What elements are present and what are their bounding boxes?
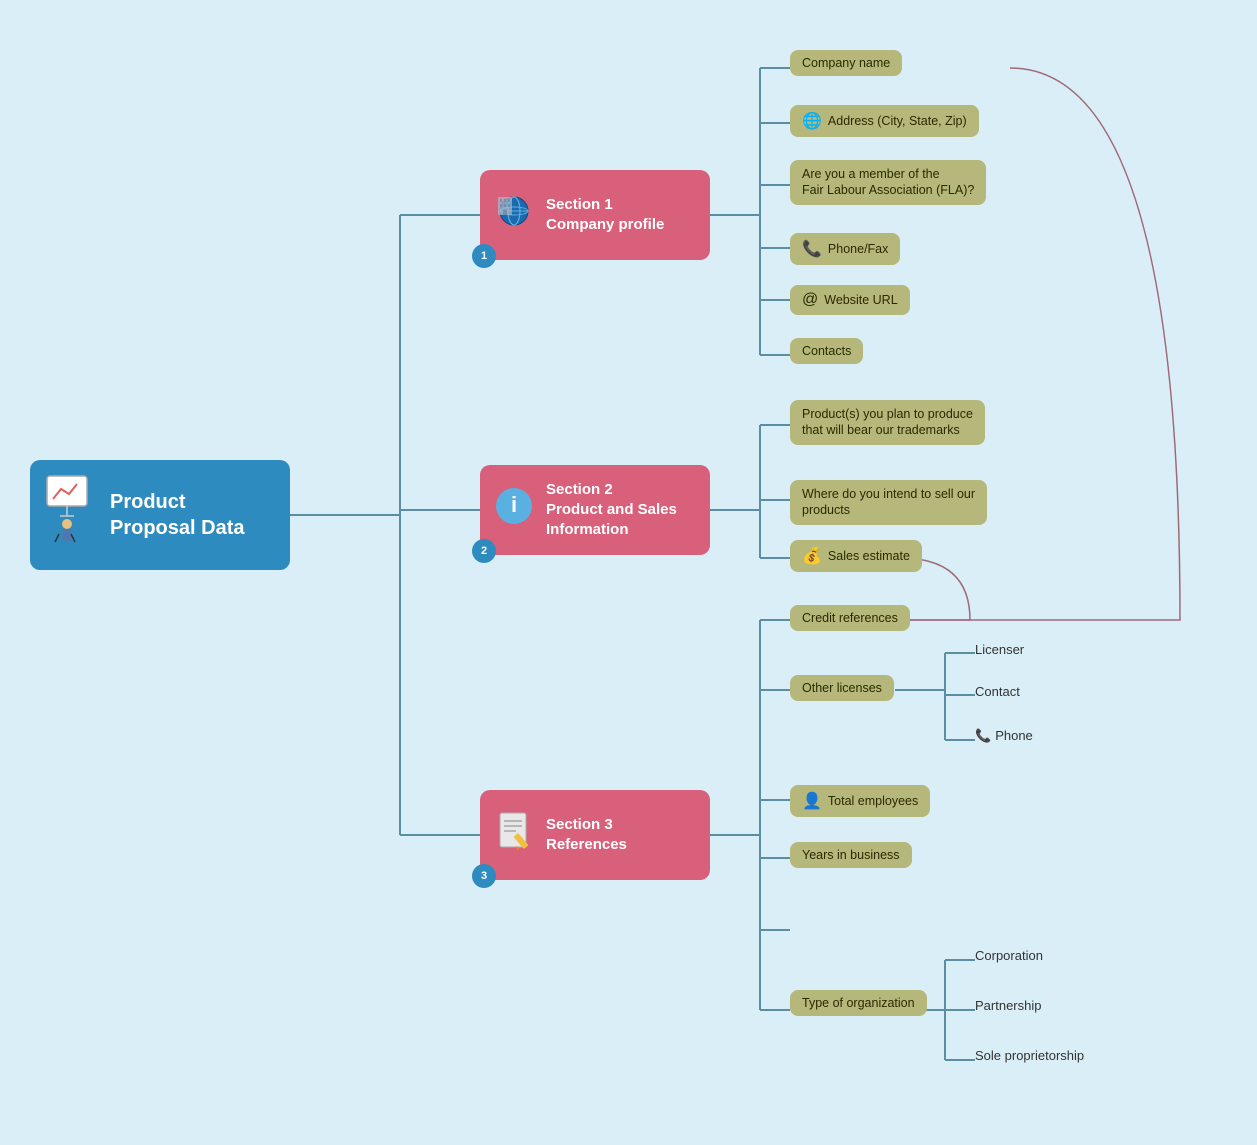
section-1-node: 1 Section 1 Company profile [480, 170, 710, 260]
text-phone: 📞Phone [975, 728, 1033, 744]
section-2-number: 2 [472, 539, 496, 563]
root-node: Product Proposal Data [30, 460, 290, 570]
phone-fax-icon: 📞 [802, 239, 822, 259]
leaf-credit-references: Credit references [790, 605, 910, 631]
text-sole-proprietorship: Sole proprietorship [975, 1048, 1084, 1063]
leaf-intend-sell: Where do you intend to sell our products [790, 480, 987, 525]
section-1-number: 1 [472, 244, 496, 268]
leaf-contacts: Contacts [790, 338, 863, 364]
website-icon: @ [802, 291, 818, 309]
section-3-node: 3 Section 3 References [480, 790, 710, 880]
leaf-website: @ Website URL [790, 285, 910, 315]
text-licenser: Licenser [975, 642, 1024, 657]
leaf-sales-estimate: 💰 Sales estimate [790, 540, 922, 572]
leaf-products: Product(s) you plan to produce that will… [790, 400, 985, 445]
section-1-icon [492, 189, 536, 242]
leaf-years-business: Years in business [790, 842, 912, 868]
text-partnership: Partnership [975, 998, 1041, 1013]
address-icon: 🌐 [802, 111, 822, 131]
section-2-label: Section 2 Product and Sales Information [546, 480, 677, 541]
employees-icon: 👤 [802, 791, 822, 811]
sales-icon: 💰 [802, 546, 822, 566]
leaf-company-name: Company name [790, 50, 902, 76]
section-1-label: Section 1 Company profile [546, 195, 664, 236]
section-3-icon [492, 809, 536, 862]
text-contact: Contact [975, 684, 1020, 699]
leaf-type-org: Type of organization [790, 990, 927, 1016]
leaf-total-employees: 👤 Total employees [790, 785, 930, 817]
section-2-icon: i [492, 484, 536, 537]
leaf-phone-fax: 📞 Phone/Fax [790, 233, 900, 265]
text-corporation: Corporation [975, 948, 1043, 963]
section-3-number: 3 [472, 864, 496, 888]
leaf-address: 🌐 Address (City, State, Zip) [790, 105, 979, 137]
leaf-other-licenses: Other licenses [790, 675, 894, 701]
root-label: Product Proposal Data [110, 489, 275, 541]
svg-text:i: i [511, 492, 517, 517]
section-3-label: Section 3 References [546, 815, 627, 856]
leaf-fla: Are you a member of the Fair Labour Asso… [790, 160, 986, 205]
section-2-node: 2 i Section 2 Product and Sales Informat… [480, 465, 710, 555]
root-icon [45, 474, 100, 556]
